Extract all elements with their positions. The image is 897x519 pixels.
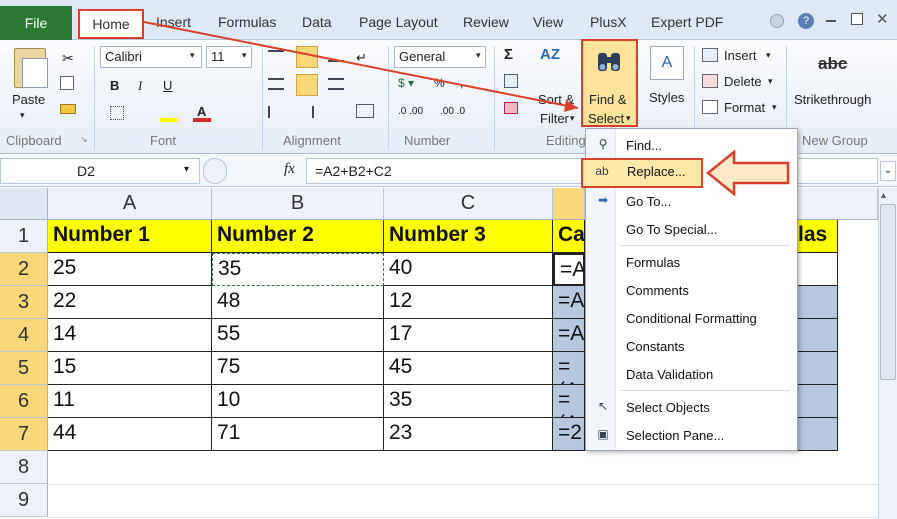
annotation-overlay (143, 21, 790, 197)
annotation-connector-line (143, 21, 579, 109)
annotation-arrowhead (564, 100, 578, 112)
annotation-arrow-icon (706, 149, 790, 197)
